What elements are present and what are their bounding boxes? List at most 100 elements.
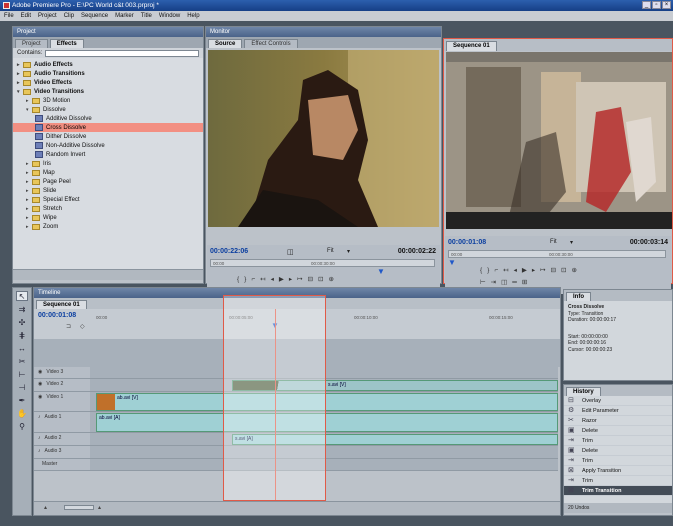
track-header[interactable]: Master: [34, 459, 90, 471]
menu-project[interactable]: Project: [38, 13, 57, 19]
program-fit-dropdown[interactable]: Fit: [550, 239, 557, 245]
menu-file[interactable]: File: [4, 13, 14, 19]
menu-help[interactable]: Help: [187, 13, 199, 19]
extract-icon[interactable]: ⊡: [561, 267, 571, 274]
zoom-tool-icon[interactable]: ⚲: [16, 421, 28, 431]
effect-tree-item[interactable]: ▸ Audio Effects: [13, 60, 203, 69]
slip-tool-icon[interactable]: ⊢: [16, 369, 28, 379]
menu-edit[interactable]: Edit: [21, 13, 31, 19]
loop-icon[interactable]: ⇥: [491, 279, 501, 286]
track-header[interactable]: ♪ Audio 3: [34, 446, 90, 459]
hand-tool-icon[interactable]: ✋: [16, 408, 28, 418]
history-item[interactable]: ⊠ Apply Transition: [564, 466, 672, 476]
timeline-clip[interactable]: ab.avi [A]: [96, 413, 558, 432]
tab-effects[interactable]: Effects: [49, 39, 84, 48]
timeline-timecode[interactable]: 00:00:01:08: [38, 312, 76, 319]
effect-tree-item[interactable]: Additive Dissolve: [13, 114, 203, 123]
jog-icon[interactable]: ◫: [501, 279, 512, 286]
tab-effect-controls[interactable]: Effect Controls: [244, 39, 298, 48]
effects-search-input[interactable]: [45, 49, 199, 57]
output-icon[interactable]: ⊕: [571, 267, 581, 274]
chevron-down-icon[interactable]: ▾: [570, 239, 573, 246]
lift-icon[interactable]: ⊟: [551, 267, 561, 274]
effect-tree-item[interactable]: Cross Dissolve: [13, 123, 203, 132]
rate-stretch-tool-icon[interactable]: ↔: [16, 343, 28, 353]
effect-tree-item[interactable]: ▸ Audio Transitions: [13, 69, 203, 78]
eye-icon[interactable]: ◉: [38, 394, 42, 400]
speaker-icon[interactable]: ♪: [38, 435, 41, 441]
eye-icon[interactable]: ◉: [38, 381, 42, 387]
play-icon[interactable]: ▶: [522, 267, 532, 274]
history-item[interactable]: ⊠ Trim Transition: [564, 486, 672, 496]
safe-margin-icon[interactable]: ◫: [287, 248, 294, 256]
program-time-ruler[interactable]: 00:00 00:00:30:00: [448, 250, 666, 258]
eye-icon[interactable]: ◉: [38, 369, 42, 375]
history-item[interactable]: ▣ Delete: [564, 446, 672, 456]
effect-tree-item[interactable]: ▸ Iris: [13, 159, 203, 168]
speaker-icon[interactable]: ♪: [38, 414, 41, 420]
program-video-frame[interactable]: [446, 52, 672, 229]
track-header[interactable]: ◉ Video 3: [34, 367, 90, 379]
effect-tree-item[interactable]: ▾ Video Transitions: [13, 87, 203, 96]
tab-source[interactable]: Source: [208, 39, 243, 48]
close-icon[interactable]: ×: [662, 1, 671, 9]
playhead-icon[interactable]: ▼: [377, 267, 385, 276]
chevron-down-icon[interactable]: ▾: [347, 248, 350, 255]
effect-tree-item[interactable]: Dither Dissolve: [13, 132, 203, 141]
ripple-edit-tool-icon[interactable]: ✣: [16, 317, 28, 327]
tab-history[interactable]: History: [566, 387, 601, 396]
program-current-timecode[interactable]: 00:00:01:08: [448, 239, 486, 246]
effect-tree-item[interactable]: ▸ Map: [13, 168, 203, 177]
effect-tree-item[interactable]: ▸ Special Effect: [13, 195, 203, 204]
playhead-icon[interactable]: ▼: [448, 258, 456, 267]
go-to-out-icon[interactable]: ↦: [540, 267, 550, 274]
go-to-in-icon[interactable]: ↤: [260, 276, 270, 283]
track-header[interactable]: ◉ Video 2: [34, 379, 90, 392]
source-time-ruler[interactable]: 00:00 00:00:30:00: [210, 259, 435, 267]
menu-title[interactable]: Title: [141, 13, 152, 19]
output-icon[interactable]: ⊕: [328, 276, 338, 283]
play-in-to-out-icon[interactable]: ⊢: [480, 279, 491, 286]
go-to-out-icon[interactable]: ↦: [297, 276, 307, 283]
history-item[interactable]: ⇥ Trim: [564, 436, 672, 446]
maximize-icon[interactable]: ▫: [652, 1, 661, 9]
play-icon[interactable]: ▶: [279, 276, 289, 283]
set-marker-icon[interactable]: ⌐: [251, 276, 260, 283]
effect-tree-item[interactable]: ▸ Page Peel: [13, 177, 203, 186]
history-item[interactable]: ⇥ Trim: [564, 476, 672, 486]
history-item[interactable]: ⇥ Trim: [564, 456, 672, 466]
history-item[interactable]: ⊟ Overlay: [564, 396, 672, 406]
effect-tree-item[interactable]: ▸ Zoom: [13, 222, 203, 231]
insert-icon[interactable]: ⊟: [308, 276, 318, 283]
effect-tree-item[interactable]: Non-Additive Dissolve: [13, 141, 203, 150]
step-forward-icon[interactable]: ▸: [289, 276, 297, 283]
zoom-out-icon[interactable]: ▴: [44, 504, 47, 511]
source-current-timecode[interactable]: 00:00:22:06: [210, 248, 248, 255]
effect-tree-item[interactable]: ▸ Slide: [13, 186, 203, 195]
step-back-icon[interactable]: ◂: [271, 276, 279, 283]
menu-clip[interactable]: Clip: [64, 13, 74, 19]
selection-tool-icon[interactable]: ↖: [16, 291, 28, 301]
effect-tree-item[interactable]: ▸ Stretch: [13, 204, 203, 213]
rolling-edit-tool-icon[interactable]: ⋕: [16, 330, 28, 340]
source-fit-dropdown[interactable]: Fit: [327, 248, 334, 254]
zoom-in-icon[interactable]: ▴: [98, 504, 101, 511]
effect-tree-item[interactable]: ▸ Video Effects: [13, 78, 203, 87]
set-marker-icon[interactable]: ◇: [80, 323, 85, 330]
tab-sequence-01-timeline[interactable]: Sequence 01: [36, 300, 87, 309]
tab-project[interactable]: Project: [15, 39, 48, 48]
tab-info[interactable]: Info: [566, 292, 591, 301]
timeline-clip[interactable]: ab.avi [V]: [96, 393, 558, 411]
source-video-frame[interactable]: [208, 50, 439, 227]
step-forward-icon[interactable]: ▸: [532, 267, 540, 274]
track-header[interactable]: ♪ Audio 2: [34, 433, 90, 446]
step-back-icon[interactable]: ◂: [514, 267, 522, 274]
track-header[interactable]: ◉ Video 1: [34, 392, 90, 412]
zoom-slider[interactable]: [64, 505, 94, 510]
history-item[interactable]: ⚙ Edit Parameter: [564, 406, 672, 416]
set-marker-icon[interactable]: ⌐: [494, 267, 503, 274]
overlay-icon[interactable]: ⊡: [318, 276, 328, 283]
history-item[interactable]: ▣ Delete: [564, 426, 672, 436]
slide-tool-icon[interactable]: ⊣: [16, 382, 28, 392]
effect-tree-item[interactable]: ▸ 3D Motion: [13, 96, 203, 105]
